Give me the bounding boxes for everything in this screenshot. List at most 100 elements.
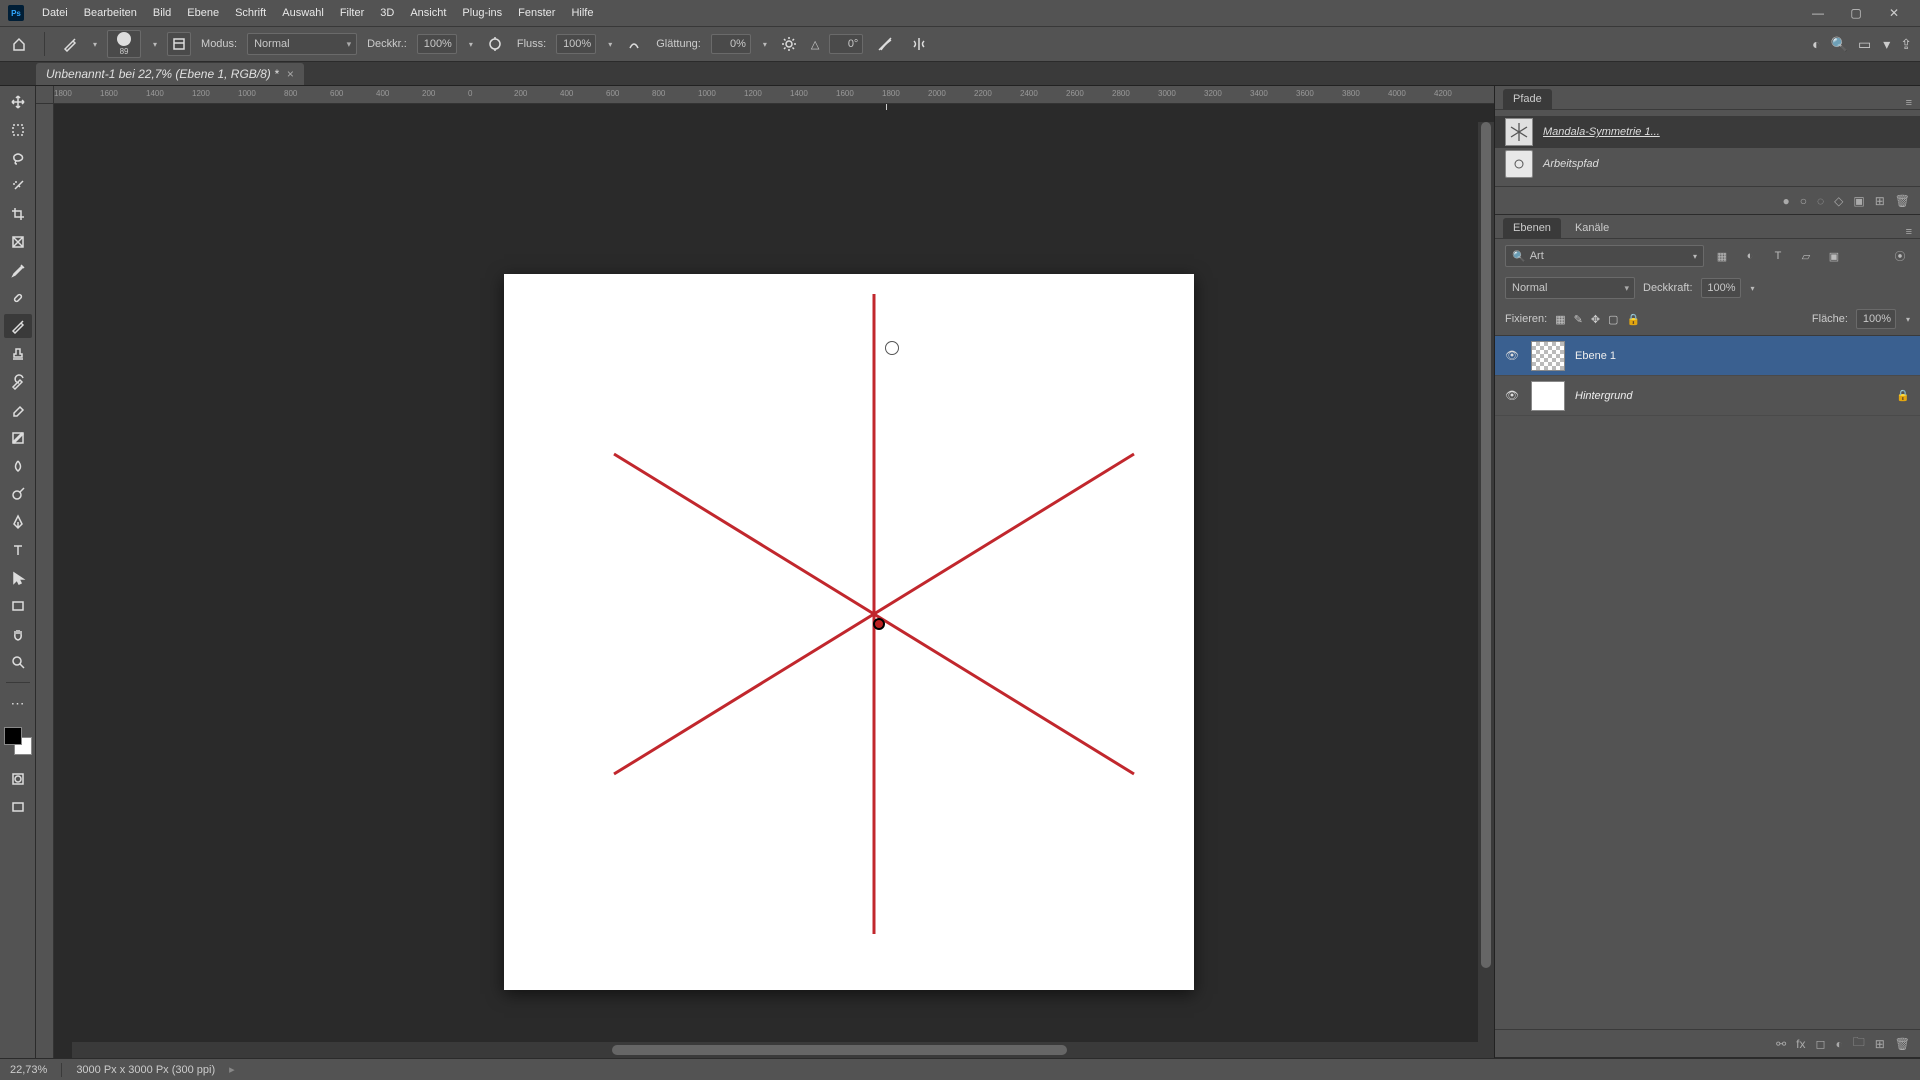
- layer-blend-mode-select[interactable]: Normal: [1505, 277, 1635, 299]
- delete-path-button[interactable]: 🗑: [1895, 194, 1910, 208]
- share-icon[interactable]: ⇪: [1900, 36, 1912, 53]
- fill-path-button[interactable]: ●: [1782, 194, 1789, 208]
- minimize-button[interactable]: —: [1800, 3, 1836, 23]
- menu-bearbeiten[interactable]: Bearbeiten: [76, 3, 145, 23]
- quick-mask-button[interactable]: [4, 767, 32, 791]
- filter-shape-button[interactable]: ▱: [1796, 246, 1816, 266]
- stamp-tool[interactable]: [4, 342, 32, 366]
- layer-fill-input[interactable]: 100%: [1856, 309, 1896, 329]
- path-select-tool[interactable]: [4, 566, 32, 590]
- maximize-button[interactable]: ▢: [1838, 3, 1874, 23]
- mask-path-button[interactable]: ▣: [1853, 194, 1864, 208]
- lock-pixels-button[interactable]: ✎: [1574, 313, 1583, 326]
- layer-opacity-input[interactable]: 100%: [1701, 278, 1741, 298]
- delete-layer-button[interactable]: 🗑: [1895, 1037, 1910, 1051]
- lasso-tool[interactable]: [4, 146, 32, 170]
- crop-tool[interactable]: [4, 202, 32, 226]
- cloud-icon[interactable]: ◐: [1812, 36, 1820, 52]
- hand-tool[interactable]: [4, 622, 32, 646]
- close-button[interactable]: ✕: [1876, 3, 1912, 23]
- frame-tool[interactable]: [4, 230, 32, 254]
- vertical-scrollbar[interactable]: [1478, 122, 1494, 1042]
- marquee-tool[interactable]: [4, 118, 32, 142]
- zoom-level[interactable]: 22,73%: [10, 1064, 47, 1076]
- brush-dropdown[interactable]: ▾: [153, 40, 157, 49]
- layer-thumbnail[interactable]: [1531, 381, 1565, 411]
- airbrush-toggle[interactable]: [622, 32, 646, 56]
- menu-auswahl[interactable]: Auswahl: [274, 3, 332, 23]
- layer-hintergrund[interactable]: 👁 Hintergrund 🔒: [1495, 376, 1920, 416]
- stroke-path-button[interactable]: ○: [1800, 194, 1807, 208]
- menu-bild[interactable]: Bild: [145, 3, 179, 23]
- blend-mode-select[interactable]: Normal: [247, 33, 357, 55]
- tool-preset-dropdown[interactable]: ▾: [93, 40, 97, 49]
- menu-schrift[interactable]: Schrift: [227, 3, 274, 23]
- document-info[interactable]: 3000 Px x 3000 Px (300 ppi): [76, 1064, 215, 1076]
- menu-filter[interactable]: Filter: [332, 3, 372, 23]
- pen-tool[interactable]: [4, 510, 32, 534]
- flow-dropdown[interactable]: ▾: [608, 40, 612, 49]
- menu-datei[interactable]: Datei: [34, 3, 76, 23]
- screen-mode-button[interactable]: [4, 795, 32, 819]
- filter-toggle-button[interactable]: ⦿: [1890, 246, 1910, 266]
- search-icon[interactable]: 🔍: [1831, 36, 1848, 53]
- new-layer-button[interactable]: ⊞: [1875, 1037, 1885, 1051]
- move-tool[interactable]: [4, 90, 32, 114]
- opacity-dropdown[interactable]: ▾: [469, 40, 473, 49]
- document-tab-close[interactable]: ×: [287, 67, 294, 81]
- menu-ebene[interactable]: Ebene: [179, 3, 227, 23]
- pressure-opacity-toggle[interactable]: [483, 32, 507, 56]
- viewport[interactable]: [54, 104, 1494, 1058]
- document-tab[interactable]: Unbenannt-1 bei 22,7% (Ebene 1, RGB/8) *…: [36, 63, 304, 85]
- wand-tool[interactable]: [4, 174, 32, 198]
- visibility-toggle[interactable]: 👁: [1505, 349, 1521, 362]
- v-scroll-thumb[interactable]: [1481, 122, 1491, 968]
- layer-fx-button[interactable]: fx: [1796, 1037, 1805, 1051]
- pressure-size-toggle[interactable]: [873, 32, 897, 56]
- make-path-button[interactable]: ◇: [1834, 194, 1843, 208]
- angle-input[interactable]: 0°: [829, 34, 863, 54]
- filter-adjust-button[interactable]: ◐: [1740, 246, 1760, 266]
- layer-mask-button[interactable]: ◻: [1815, 1037, 1825, 1051]
- lock-all-button[interactable]: 🔒: [1626, 313, 1640, 326]
- layer-name-hintergrund[interactable]: Hintergrund: [1575, 390, 1632, 402]
- smoothing-input[interactable]: 0%: [711, 34, 751, 54]
- filter-type-button[interactable]: T: [1768, 246, 1788, 266]
- shape-tool[interactable]: [4, 594, 32, 618]
- symmetry-center-marker[interactable]: [873, 618, 885, 630]
- eyedropper-tool[interactable]: [4, 258, 32, 282]
- layer-fill-dropdown[interactable]: ▾: [1906, 315, 1910, 324]
- foreground-color[interactable]: [4, 727, 22, 745]
- vertical-ruler[interactable]: [36, 104, 54, 1058]
- h-scroll-thumb[interactable]: [612, 1045, 1067, 1055]
- opacity-input[interactable]: 100%: [417, 34, 457, 54]
- healing-tool[interactable]: [4, 286, 32, 310]
- filter-dropdown[interactable]: ▾: [1693, 252, 1697, 261]
- brush-preset-picker[interactable]: 89: [107, 30, 141, 58]
- eraser-tool[interactable]: [4, 398, 32, 422]
- layer-opacity-dropdown[interactable]: ▾: [1751, 284, 1755, 293]
- selection-path-button[interactable]: ◌: [1817, 194, 1824, 208]
- flow-input[interactable]: 100%: [556, 34, 596, 54]
- lock-position-button[interactable]: ✥: [1591, 313, 1600, 326]
- channels-tab[interactable]: Kanäle: [1565, 218, 1619, 238]
- lock-icon[interactable]: 🔒: [1896, 389, 1910, 402]
- brush-tool[interactable]: [4, 314, 32, 338]
- smoothing-options-button[interactable]: [777, 32, 801, 56]
- menu-ansicht[interactable]: Ansicht: [402, 3, 454, 23]
- current-tool-icon[interactable]: [59, 33, 81, 55]
- menu-plugins[interactable]: Plug-ins: [454, 3, 510, 23]
- color-swatches[interactable]: [4, 727, 32, 755]
- lock-artboard-button[interactable]: ▢: [1608, 313, 1618, 326]
- symmetry-button[interactable]: [907, 32, 931, 56]
- layers-panel-menu-icon[interactable]: ≡: [1906, 226, 1912, 238]
- lock-transparent-button[interactable]: ▦: [1555, 313, 1565, 326]
- blur-tool[interactable]: [4, 454, 32, 478]
- doc-info-dropdown[interactable]: ▸: [229, 1063, 235, 1076]
- smoothing-dropdown[interactable]: ▾: [763, 40, 767, 49]
- adjustment-layer-button[interactable]: ◐: [1835, 1037, 1842, 1051]
- filter-smart-button[interactable]: ▣: [1824, 246, 1844, 266]
- path-item-arbeitspfad[interactable]: Arbeitspfad: [1495, 148, 1920, 180]
- panel-menu-icon[interactable]: ≡: [1906, 97, 1912, 109]
- new-path-button[interactable]: ⊞: [1875, 194, 1885, 208]
